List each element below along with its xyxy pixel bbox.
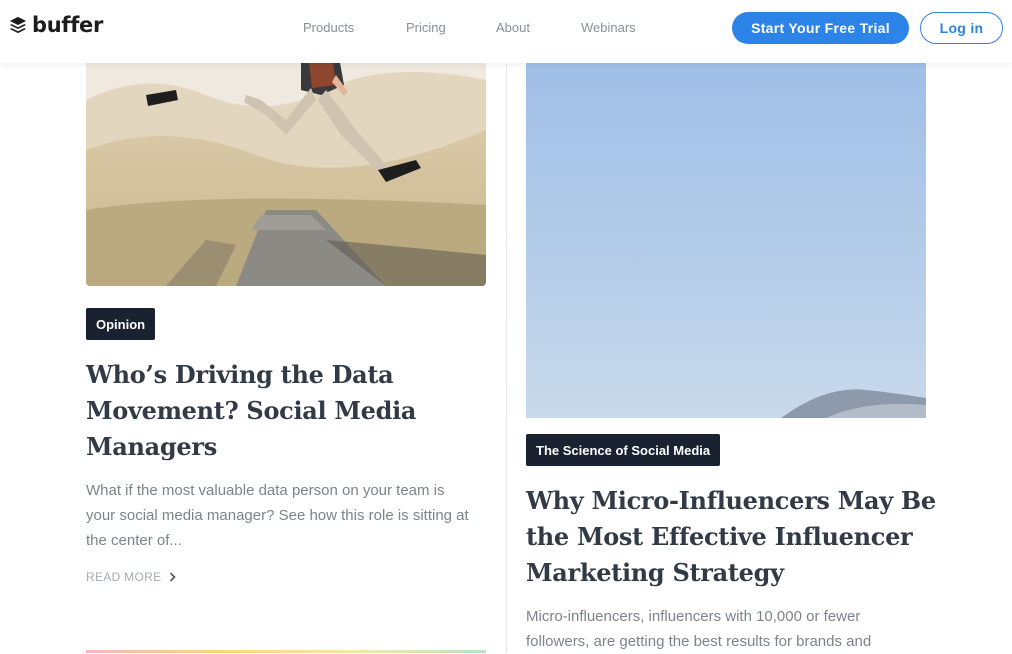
logo-text: buffer bbox=[32, 13, 104, 37]
category-tag-science-of-social-media[interactable]: The Science of Social Media bbox=[526, 434, 721, 466]
read-more-label: READ MORE bbox=[86, 570, 162, 584]
article-image-jumping-man[interactable] bbox=[86, 40, 486, 286]
column-divider bbox=[506, 63, 507, 653]
title-line: Movement? Social Media bbox=[86, 396, 417, 425]
article-title[interactable]: Who’s Driving the Data Movement? Social … bbox=[86, 357, 486, 465]
start-free-trial-button[interactable]: Start Your Free Trial bbox=[732, 12, 909, 44]
nav-link-products[interactable]: Products bbox=[303, 20, 354, 35]
buffer-logo-icon bbox=[9, 16, 27, 34]
excerpt-line: What if the most valuable data person on… bbox=[86, 482, 445, 499]
article-image-sky[interactable] bbox=[526, 40, 926, 418]
excerpt-line: Micro-influencers, influencers with 10,0… bbox=[526, 608, 861, 625]
nav-link-about[interactable]: About bbox=[496, 20, 530, 35]
top-navigation: buffer Products Pricing About Webinars S… bbox=[0, 0, 1012, 63]
chevron-right-icon bbox=[170, 572, 177, 582]
buffer-logo[interactable]: buffer bbox=[9, 12, 103, 38]
title-line: Why Micro-Influencers May Be bbox=[526, 486, 936, 515]
category-tag-opinion[interactable]: Opinion bbox=[86, 308, 156, 340]
read-more-link[interactable]: READ MORE bbox=[86, 570, 177, 584]
title-line: the Most Effective Influencer bbox=[526, 522, 913, 551]
excerpt-line: the center of... bbox=[86, 532, 182, 549]
title-line: Who’s Driving the Data bbox=[86, 360, 394, 389]
article-excerpt: Micro-influencers, influencers with 10,0… bbox=[526, 604, 946, 654]
title-line: Marketing Strategy bbox=[526, 558, 784, 587]
article-title[interactable]: Why Micro-Influencers May Be the Most Ef… bbox=[526, 483, 946, 591]
article-excerpt: What if the most valuable data person on… bbox=[86, 478, 496, 553]
log-in-button[interactable]: Log in bbox=[920, 12, 1003, 44]
title-line: Managers bbox=[86, 432, 217, 461]
excerpt-line: your social media manager? See how this … bbox=[86, 507, 469, 524]
nav-link-pricing[interactable]: Pricing bbox=[406, 20, 446, 35]
excerpt-line: followers, are getting the best results … bbox=[526, 633, 872, 650]
nav-link-webinars[interactable]: Webinars bbox=[581, 20, 636, 35]
